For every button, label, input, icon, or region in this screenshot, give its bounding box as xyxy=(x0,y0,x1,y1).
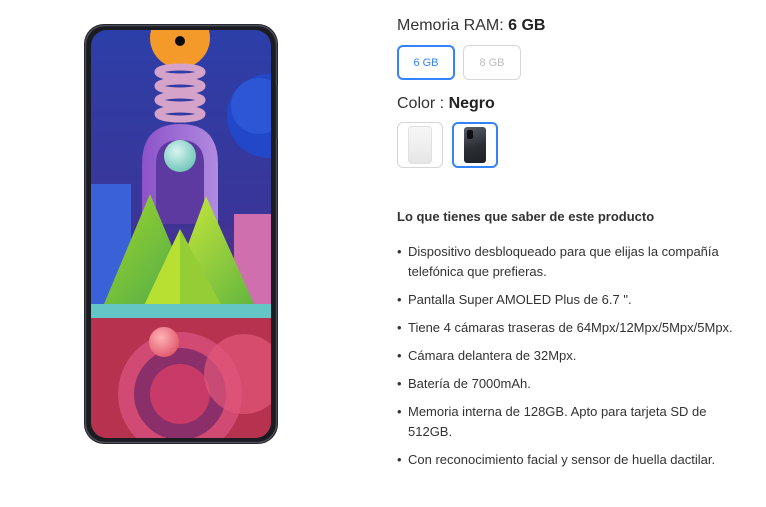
feature-item: Memoria interna de 128GB. Apto para tarj… xyxy=(397,402,752,442)
features-list: Dispositivo desbloqueado para que elijas… xyxy=(397,242,752,478)
color-option-black[interactable] xyxy=(452,122,498,168)
ram-option-6gb[interactable]: 6 GB xyxy=(397,45,455,80)
ram-label-text: Memoria RAM: xyxy=(397,17,509,34)
ram-label: Memoria RAM: 6 GB xyxy=(397,17,545,35)
product-image[interactable] xyxy=(84,24,278,444)
color-label-text: Color : xyxy=(397,95,449,112)
black-phone-thumbnail xyxy=(464,127,486,163)
feature-item: Cámara delantera de 32Mpx. xyxy=(397,346,752,366)
ram-options: 6 GB 8 GB xyxy=(397,45,521,80)
features-title: Lo que tienes que saber de este producto xyxy=(397,209,655,224)
color-options xyxy=(397,122,498,168)
white-phone-thumbnail xyxy=(408,126,432,164)
feature-item: Tiene 4 cámaras traseras de 64Mpx/12Mpx/… xyxy=(397,318,752,338)
color-label: Color : Negro xyxy=(397,95,495,113)
feature-item: Dispositivo desbloqueado para que elijas… xyxy=(397,242,752,282)
ram-selected-value: 6 GB xyxy=(508,17,546,34)
phone-image xyxy=(84,24,278,444)
ram-option-8gb[interactable]: 8 GB xyxy=(463,45,521,80)
color-selected-value: Negro xyxy=(448,95,495,112)
color-option-white[interactable] xyxy=(397,122,443,168)
feature-item: Pantalla Super AMOLED Plus de 6.7 ". xyxy=(397,290,752,310)
feature-item: Batería de 7000mAh. xyxy=(397,374,752,394)
feature-item: Con reconocimiento facial y sensor de hu… xyxy=(397,450,752,470)
